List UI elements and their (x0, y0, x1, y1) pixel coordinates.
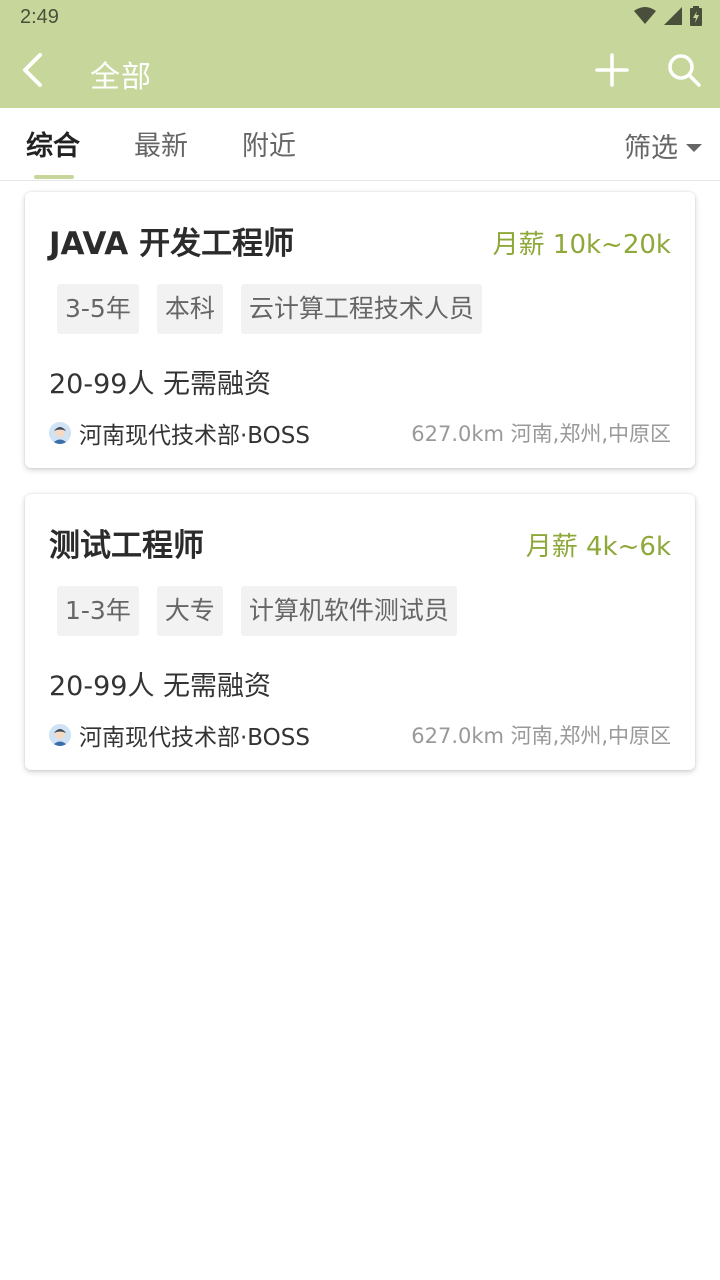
status-bar: 2:49 (0, 0, 720, 36)
poster-name: 河南现代技术部·BOSS (79, 725, 310, 751)
status-time: 2:49 (20, 6, 59, 28)
tag-category: 计算机软件测试员 (240, 586, 457, 636)
search-icon (667, 53, 701, 91)
poster: 河南现代技术部·BOSS (49, 718, 310, 752)
caret-down-icon (686, 143, 702, 152)
filter-button[interactable]: 筛选 (624, 126, 702, 165)
active-tab-indicator (34, 175, 74, 179)
job-title: 测试工程师 (49, 528, 204, 564)
poster-name: 河南现代技术部·BOSS (79, 423, 310, 449)
filter-label: 筛选 (624, 133, 678, 164)
tag-education: 本科 (156, 284, 223, 334)
job-card[interactable]: 测试工程师 月薪 4k~6k 1-3年 大专 计算机软件测试员 20-99人 无… (25, 494, 695, 770)
add-button[interactable] (590, 50, 634, 94)
location: 627.0km 河南,郑州,中原区 (411, 422, 671, 446)
location: 627.0km 河南,郑州,中原区 (411, 724, 671, 748)
salary: 月薪 10k~20k (492, 230, 671, 260)
tab-comprehensive[interactable]: 综合 (26, 124, 80, 163)
page-title: 全部 (90, 60, 152, 95)
job-tags: 1-3年 大专 计算机软件测试员 (57, 586, 457, 636)
back-button[interactable] (10, 50, 54, 94)
tab-nearby[interactable]: 附近 (242, 124, 296, 163)
tag-education: 大专 (156, 586, 223, 636)
wifi-icon (634, 7, 656, 29)
job-tags: 3-5年 本科 云计算工程技术人员 (57, 284, 482, 334)
chevron-left-icon (20, 52, 44, 92)
avatar (49, 422, 71, 444)
app-bar: 全部 (0, 36, 720, 108)
search-button[interactable] (662, 50, 706, 94)
job-card[interactable]: JAVA 开发工程师 月薪 10k~20k 3-5年 本科 云计算工程技术人员 … (25, 192, 695, 468)
tag-experience: 1-3年 (57, 586, 139, 636)
tab-latest[interactable]: 最新 (134, 124, 188, 163)
job-title: JAVA 开发工程师 (49, 226, 295, 262)
status-icons (634, 6, 702, 30)
battery-icon (690, 6, 702, 30)
poster: 河南现代技术部·BOSS (49, 416, 310, 450)
tab-bar: 综合 最新 附近 筛选 (0, 108, 720, 181)
company-info: 20-99人 无需融资 (49, 369, 272, 400)
tag-experience: 3-5年 (57, 284, 139, 334)
avatar (49, 724, 71, 746)
company-info: 20-99人 无需融资 (49, 671, 272, 702)
salary: 月薪 4k~6k (525, 532, 671, 562)
tag-category: 云计算工程技术人员 (240, 284, 482, 334)
signal-icon (664, 7, 682, 29)
plus-icon (595, 53, 629, 91)
